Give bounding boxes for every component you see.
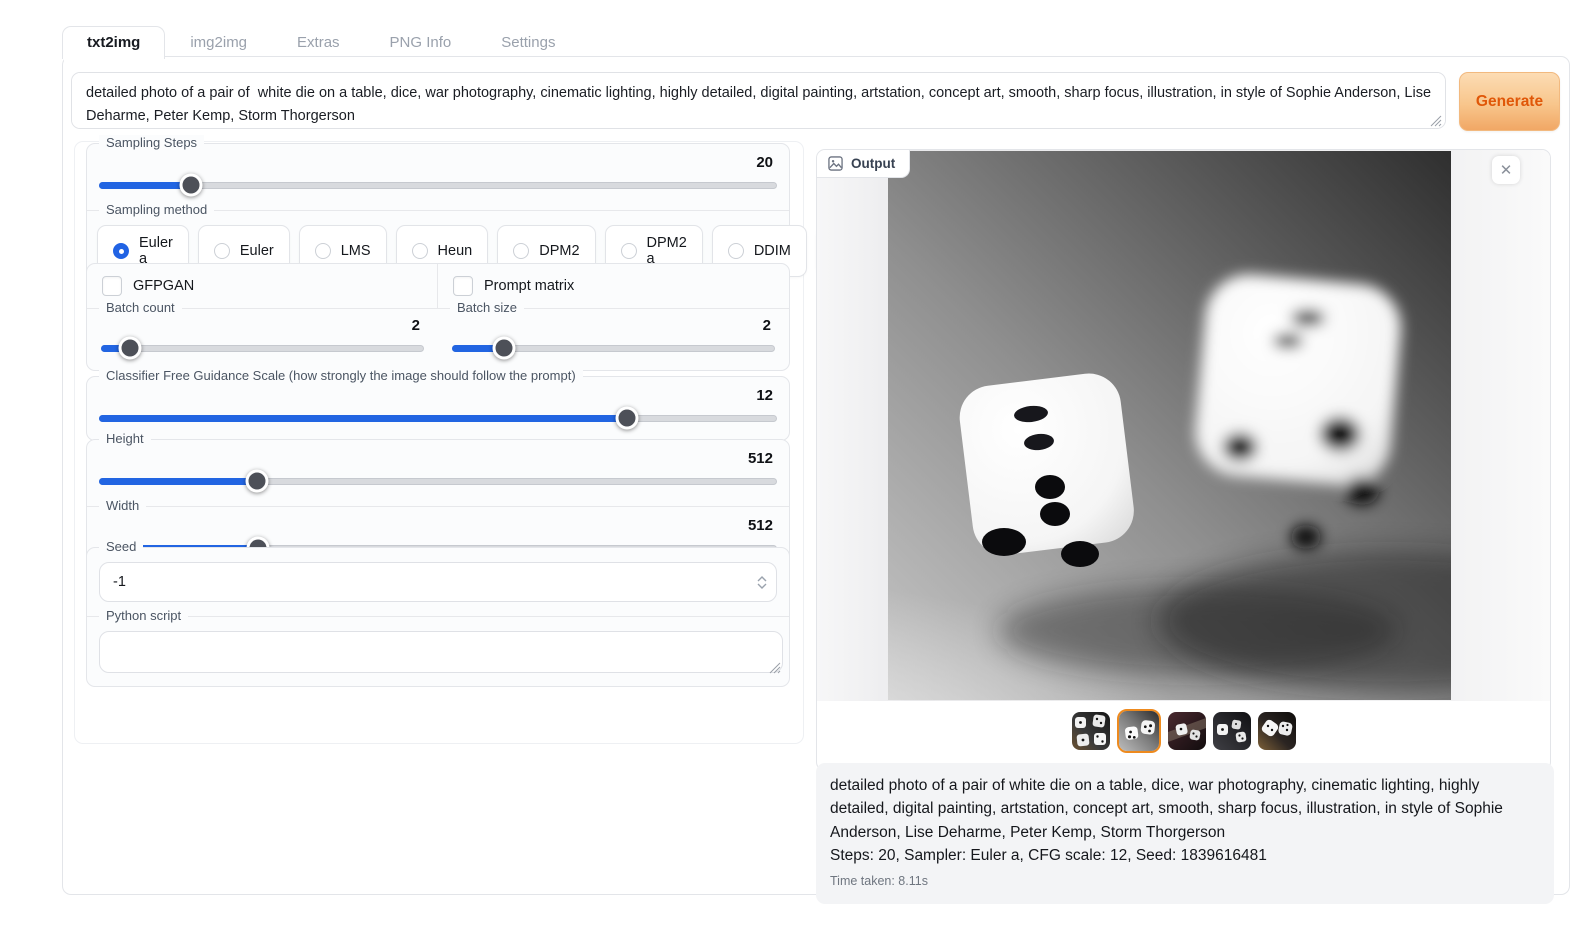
slider-fill xyxy=(99,478,257,485)
seed-label: Seed xyxy=(99,539,143,554)
radio-icon xyxy=(113,243,129,259)
close-button[interactable]: ✕ xyxy=(1492,156,1520,184)
slider-fill xyxy=(99,182,191,189)
cfg-scale-group: Classifier Free Guidance Scale (how stro… xyxy=(87,377,789,440)
options-panel: GFPGAN Prompt matrix Batch count 2 xyxy=(86,263,790,371)
height-slider[interactable] xyxy=(99,472,777,490)
tab-img2img[interactable]: img2img xyxy=(165,26,272,59)
tab-settings[interactable]: Settings xyxy=(476,26,580,59)
output-image xyxy=(888,151,1451,700)
number-spinner[interactable] xyxy=(757,576,767,589)
sampling-steps-value: 20 xyxy=(97,148,779,176)
sampling-steps-slider[interactable] xyxy=(99,176,777,194)
batch-size-label: Batch size xyxy=(450,300,524,315)
width-value: 512 xyxy=(97,511,779,539)
seed-script-panel: Seed -1 Python script xyxy=(86,547,790,687)
sampling-steps-group: Sampling Steps 20 xyxy=(87,144,789,207)
spinner-up-icon[interactable] xyxy=(757,576,767,582)
app-page: txt2img img2img Extras PNG Info Settings… xyxy=(0,0,1594,935)
tab-png-info[interactable]: PNG Info xyxy=(365,26,477,59)
radio-icon xyxy=(315,243,331,259)
sampling-steps-label: Sampling Steps xyxy=(99,135,204,150)
output-label-text: Output xyxy=(851,156,895,171)
sampling-method-label: Sampling method xyxy=(99,202,214,217)
tab-txt2img[interactable]: txt2img xyxy=(62,26,165,59)
info-time-taken: Time taken: 8.11s xyxy=(830,872,1540,891)
slider-handle[interactable] xyxy=(616,407,639,430)
seed-group: Seed -1 xyxy=(87,548,789,613)
sampler-option-label: Heun xyxy=(438,243,473,259)
radio-icon xyxy=(728,243,744,259)
height-value: 512 xyxy=(97,444,779,472)
prompt-input[interactable]: detailed photo of a pair of white die on… xyxy=(71,72,1446,129)
checkbox-icon[interactable] xyxy=(453,276,473,296)
tab-extras[interactable]: Extras xyxy=(272,26,365,59)
sampler-option-label: DDIM xyxy=(754,243,791,259)
image-icon xyxy=(828,156,843,171)
radio-icon xyxy=(513,243,529,259)
radio-icon xyxy=(214,243,230,259)
thumbnail-2-selected[interactable] xyxy=(1117,709,1161,753)
slider-handle[interactable] xyxy=(119,337,142,360)
slider-handle[interactable] xyxy=(493,337,516,360)
cfg-panel: Classifier Free Guidance Scale (how stro… xyxy=(86,376,790,441)
output-gallery: Output ✕ xyxy=(816,149,1551,771)
generation-info: detailed photo of a pair of white die on… xyxy=(816,763,1554,904)
slider-fill xyxy=(99,415,627,422)
radio-icon xyxy=(412,243,428,259)
height-label: Height xyxy=(99,431,151,446)
batch-size-value: 2 xyxy=(450,311,777,339)
width-label: Width xyxy=(99,498,146,513)
batch-count-group: Batch count 2 xyxy=(87,308,438,370)
python-script-label: Python script xyxy=(99,608,188,623)
thumbnail-1[interactable] xyxy=(1072,712,1110,750)
tab-bar: txt2img img2img Extras PNG Info Settings xyxy=(62,26,580,59)
sampler-option-label: Euler xyxy=(240,243,274,259)
seed-input[interactable]: -1 xyxy=(99,562,777,602)
batch-row: Batch count 2 Batch size 2 xyxy=(87,308,789,370)
height-group: Height 512 xyxy=(87,440,789,503)
sampler-option-label: DPM2 xyxy=(539,243,579,259)
thumbnail-4[interactable] xyxy=(1213,712,1251,750)
batch-count-slider[interactable] xyxy=(101,339,424,357)
python-script-group: Python script xyxy=(87,616,789,686)
thumbnail-3[interactable] xyxy=(1168,712,1206,750)
batch-count-value: 2 xyxy=(99,311,426,339)
batch-size-group: Batch size 2 xyxy=(438,308,789,370)
slider-handle[interactable] xyxy=(245,470,268,493)
thumbnail-strip xyxy=(817,709,1550,753)
seed-value: -1 xyxy=(113,574,126,590)
checkbox-row: GFPGAN Prompt matrix xyxy=(87,264,789,308)
prompt-matrix-label: Prompt matrix xyxy=(484,278,574,294)
info-params: Steps: 20, Sampler: Euler a, CFG scale: … xyxy=(830,844,1540,867)
thumbnail-5[interactable] xyxy=(1258,712,1296,750)
main-container: detailed photo of a pair of white die on… xyxy=(62,56,1570,895)
gfpgan-label: GFPGAN xyxy=(133,278,194,294)
sampler-option-label: LMS xyxy=(341,243,371,259)
python-script-input[interactable] xyxy=(99,631,783,673)
image-stage: Output ✕ xyxy=(817,150,1550,701)
output-label: Output xyxy=(817,150,910,178)
batch-size-slider[interactable] xyxy=(452,339,775,357)
info-prompt: detailed photo of a pair of white die on… xyxy=(830,774,1540,844)
cfg-scale-value: 12 xyxy=(97,381,779,409)
checkbox-icon[interactable] xyxy=(102,276,122,296)
batch-count-label: Batch count xyxy=(99,300,182,315)
slider-track[interactable] xyxy=(101,345,424,352)
slider-handle[interactable] xyxy=(180,174,203,197)
cfg-scale-label: Classifier Free Guidance Scale (how stro… xyxy=(99,368,583,383)
generate-button[interactable]: Generate xyxy=(1459,72,1560,131)
radio-icon xyxy=(621,243,637,259)
cfg-scale-slider[interactable] xyxy=(99,409,777,427)
spinner-down-icon[interactable] xyxy=(757,583,767,589)
